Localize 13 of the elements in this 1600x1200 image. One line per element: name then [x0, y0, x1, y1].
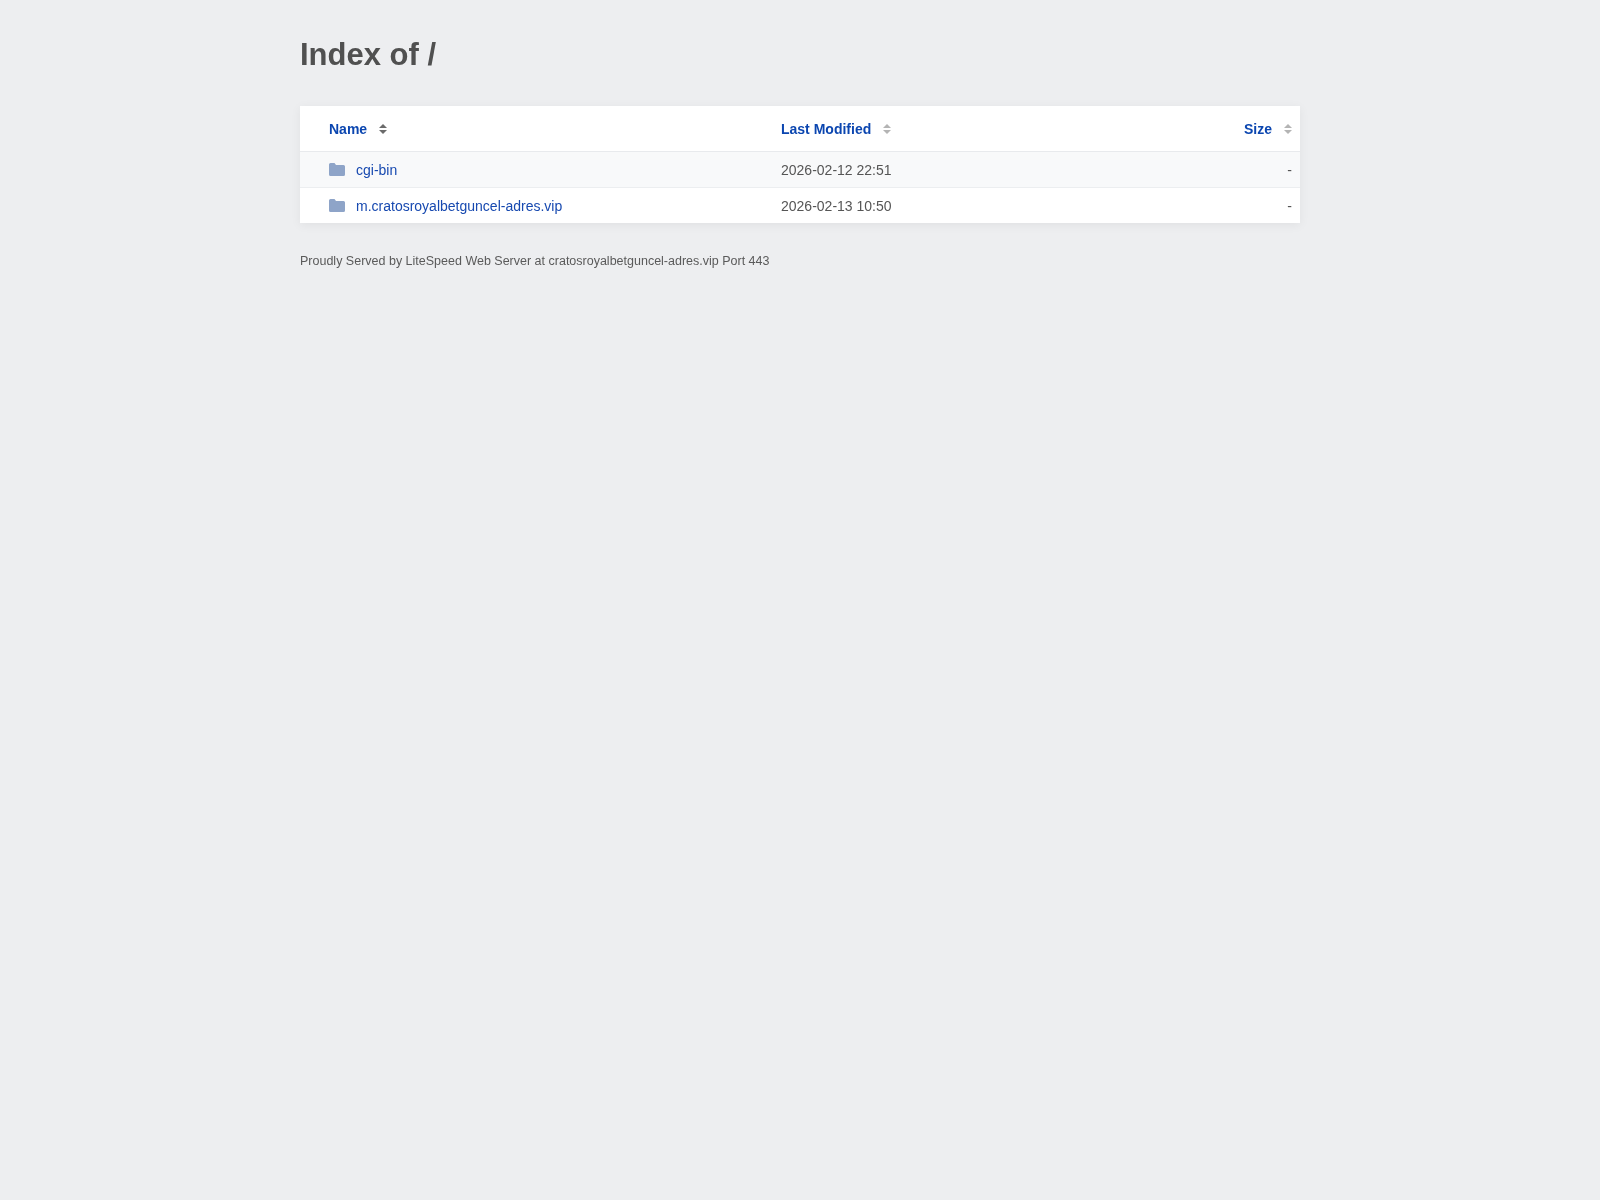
file-link[interactable]: cgi-bin: [356, 161, 398, 178]
folder-icon: [329, 163, 345, 176]
sort-link[interactable]: Name: [329, 120, 388, 137]
sort-link[interactable]: Last Modified: [781, 120, 892, 137]
sort-link[interactable]: Size: [1244, 120, 1292, 137]
file-size: -: [1287, 161, 1292, 178]
modified-date: 2026-02-12 22:51: [781, 161, 892, 178]
folder-icon: [329, 199, 345, 212]
file-link[interactable]: m.cratosroyalbetguncel-adres.vip: [356, 197, 563, 214]
server-footer: Proudly Served by LiteSpeed Web Server at cratosroyalbetguncel-adres.vip Port 443: [300, 253, 1300, 269]
page-title: Index of /: [300, 36, 438, 74]
modified-date: 2026-02-13 10:50: [781, 197, 892, 214]
file-size: -: [1287, 197, 1292, 214]
